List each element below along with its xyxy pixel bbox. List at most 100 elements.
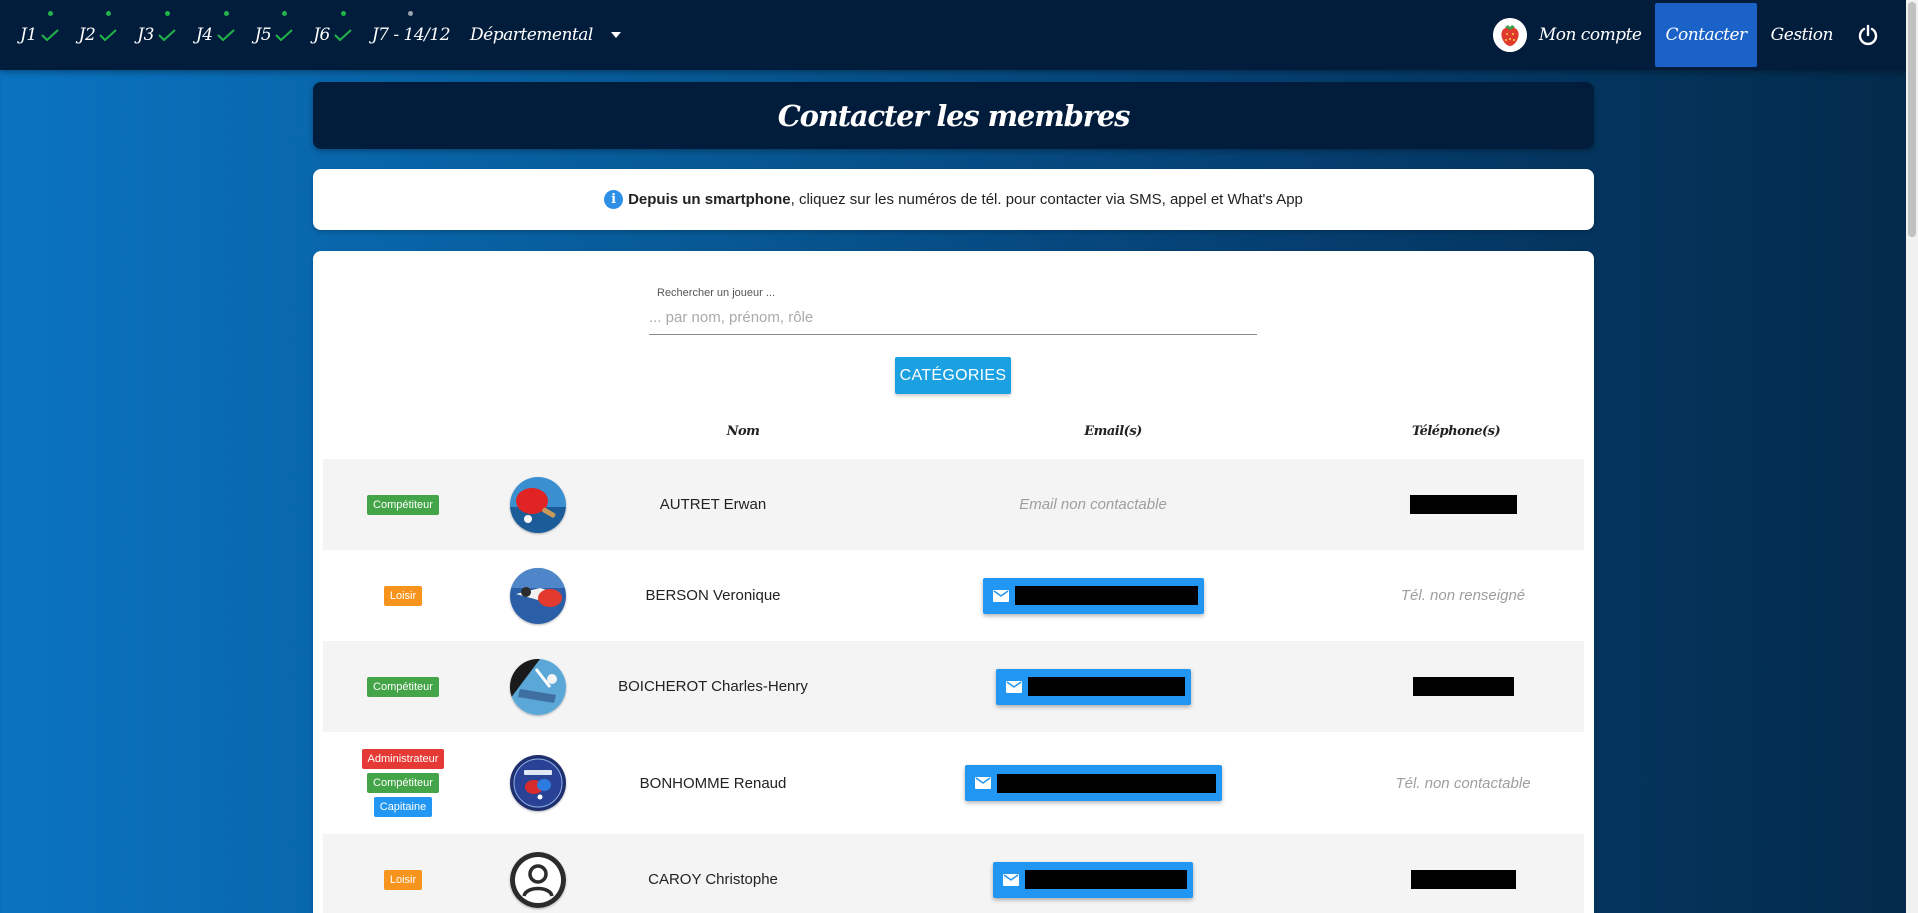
journee-tab-6[interactable]: J6: [303, 0, 362, 70]
avatar-cell: [483, 550, 593, 641]
role-badge: Compétiteur: [367, 494, 439, 515]
avatar-cell: [483, 459, 593, 550]
ping-pong-player-icon: [510, 567, 566, 624]
email-cell: [843, 834, 1343, 913]
info-bold: Depuis un smartphone: [628, 191, 791, 208]
categories-button[interactable]: CATÉGORIES: [895, 357, 1011, 394]
scrollbar-thumb[interactable]: [1908, 2, 1916, 237]
nav-right: Mon compte Contacter Gestion: [1483, 0, 1893, 70]
mail-icon: [1003, 873, 1019, 886]
account-label: Mon compte: [1538, 25, 1642, 45]
check-icon: [275, 29, 293, 41]
header-email: Email(s): [1084, 424, 1142, 439]
page-scrollbar[interactable]: [1906, 0, 1918, 913]
table-row: Compétiteur AUTRET Erwan Email non conta…: [323, 459, 1584, 550]
status-dot: [282, 11, 288, 16]
table-row: Loisir BERSON Veronique Tél. non renseig…: [323, 550, 1584, 641]
strawberry-icon: [1492, 18, 1527, 52]
account-link[interactable]: Mon compte: [1483, 0, 1652, 70]
role-badge: Compétiteur: [367, 676, 439, 697]
status-dot: [106, 11, 112, 16]
redacted-phone[interactable]: [1409, 495, 1517, 514]
nav-gestion-label: Gestion: [1770, 25, 1834, 45]
search-field: Rechercher un joueur ...: [649, 269, 1257, 335]
redacted-phone[interactable]: [1412, 677, 1514, 696]
phone-cell: [1343, 459, 1583, 550]
phone-cell: [1343, 834, 1583, 913]
email-status: Email non contactable: [1019, 496, 1167, 513]
avatar: [510, 755, 566, 811]
status-dot: [407, 11, 413, 16]
mail-icon: [974, 777, 991, 789]
table-row: Compétiteur BOICHEROT Charles-Henry: [323, 641, 1584, 732]
table-row: Loisir CAROY Christophe: [323, 834, 1584, 913]
redacted-phone[interactable]: [1410, 870, 1516, 889]
power-icon: [1858, 24, 1878, 46]
check-icon: [40, 29, 59, 41]
member-name: BONHOMME Renaud: [639, 774, 787, 792]
journee-tab-5[interactable]: J5: [245, 0, 304, 70]
role-badges: Compétiteur: [323, 459, 483, 550]
email-cell: [843, 550, 1343, 641]
member-name: BERSON Veronique: [645, 587, 781, 604]
journee-tab-2[interactable]: J2: [69, 0, 128, 70]
role-badge: Compétiteur: [367, 773, 439, 793]
info-banner: i Depuis un smartphone , cliquez sur les…: [313, 169, 1594, 230]
top-navbar: J1 J2 J3 J4 J5 J6 J7 - 14/12 Département…: [0, 0, 1918, 70]
status-dot: [223, 11, 229, 16]
email-button[interactable]: [993, 861, 1193, 898]
nav-gestion[interactable]: Gestion: [1761, 0, 1843, 70]
journee-label: J1: [20, 25, 37, 45]
search-input[interactable]: [649, 301, 1257, 335]
logout-button[interactable]: [1843, 0, 1893, 70]
journee-label: J2: [78, 25, 96, 45]
check-icon: [334, 29, 352, 41]
avatar: [510, 476, 566, 533]
avatar: [510, 567, 566, 624]
table-row: Administrateur Compétiteur Capitaine BON…: [323, 732, 1584, 834]
account-avatar: [1492, 18, 1527, 52]
info-icon: i: [604, 190, 624, 209]
ping-pong-action-icon: [510, 658, 566, 715]
phone-status: Tél. non contactable: [1395, 774, 1531, 792]
title-card: Contacter les membres: [313, 82, 1594, 149]
status-dot: [340, 11, 346, 16]
phone-status: Tél. non renseigné: [1400, 587, 1526, 604]
mail-icon: [1005, 680, 1022, 693]
role-badge: Loisir: [383, 869, 423, 890]
journee-tab-4[interactable]: J4: [186, 0, 245, 70]
journee-tab-7[interactable]: J7 - 14/12: [362, 0, 460, 70]
mail-icon: [992, 589, 1009, 602]
info-text: , cliquez sur les numéros de tél. pour c…: [790, 191, 1303, 208]
journee-label: J7 - 14/12: [371, 25, 451, 45]
redacted-email: [1027, 677, 1185, 696]
status-dot: [164, 11, 170, 16]
role-badge: Capitaine: [373, 797, 433, 817]
email-button[interactable]: [995, 668, 1191, 705]
member-name: BOICHEROT Charles-Henry: [618, 678, 808, 695]
member-name: CAROY Christophe: [648, 871, 778, 888]
championnat-label: Départemental: [470, 25, 593, 45]
nav-contact-label: Contacter: [1665, 25, 1747, 45]
member-name: AUTRET Erwan: [659, 496, 767, 513]
journee-tab-1[interactable]: J1: [10, 0, 69, 70]
redacted-email: [1025, 870, 1187, 889]
header-telephone: Téléphone(s): [1411, 424, 1501, 439]
email-cell: [843, 732, 1343, 834]
journee-label: J3: [137, 25, 154, 45]
email-button[interactable]: [964, 765, 1222, 801]
nav-contact[interactable]: Contacter: [1655, 3, 1757, 67]
avatar: [510, 658, 566, 715]
role-badges: Loisir: [323, 834, 483, 913]
members-card: Rechercher un joueur ... CATÉGORIES Nom …: [313, 251, 1594, 913]
email-cell: Email non contactable: [843, 459, 1343, 550]
page-title: Contacter les membres: [777, 98, 1131, 133]
check-icon: [216, 29, 235, 41]
phone-cell: [1343, 641, 1583, 732]
avatar-cell: [483, 641, 593, 732]
championnat-dropdown[interactable]: Départemental: [460, 0, 631, 70]
email-button[interactable]: [982, 577, 1204, 614]
journees-nav: J1 J2 J3 J4 J5 J6 J7 - 14/12 Département…: [0, 0, 631, 70]
search-label: Rechercher un joueur ...: [657, 287, 776, 299]
journee-tab-3[interactable]: J3: [127, 0, 186, 70]
